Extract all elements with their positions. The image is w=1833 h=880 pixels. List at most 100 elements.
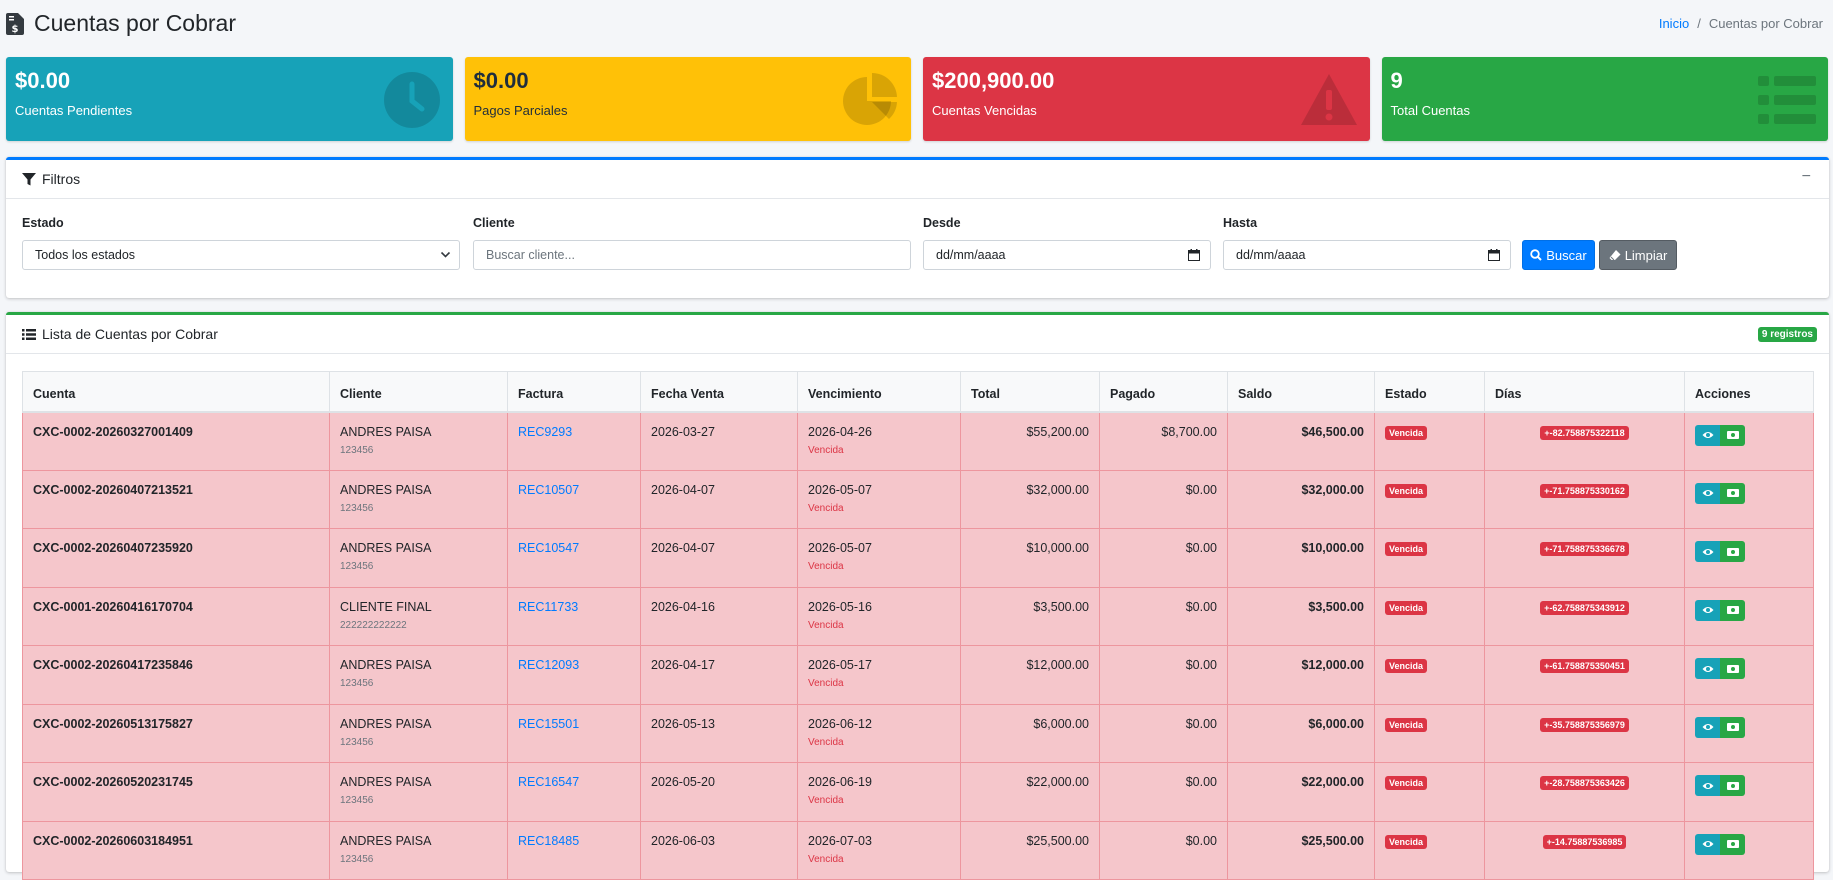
factura-link[interactable]: REC10547 [518,541,579,555]
cell-fecha-venta: 2026-05-20 [640,762,798,822]
factura-link[interactable]: REC11733 [518,600,578,614]
eraser-icon [1609,250,1621,261]
calendar-icon[interactable] [1488,249,1500,261]
column-header[interactable]: Cliente [329,371,508,413]
payment-button[interactable] [1720,482,1745,504]
table-row: CXC-0002-20260407213521 ANDRES PAISA 12345… [22,469,1814,529]
cliente-doc: 222222222222 [340,619,407,631]
accounts-list-card: Lista de Cuentas por Cobrar 9 registros … [6,312,1829,880]
actions-group [1695,658,1803,679]
column-header: Acciones [1684,371,1814,413]
cell-cuenta: CXC-0002-20260417235846 [22,645,330,705]
cell-cuenta: CXC-0002-20260327001409 [22,411,330,471]
cliente-search-input[interactable]: Buscar cliente... [473,240,911,270]
cell-cuenta: CXC-0002-20260407235920 [22,528,330,588]
payment-button[interactable] [1720,833,1745,855]
cell-cuenta: CXC-0002-20260513175827 [22,703,330,763]
cliente-name: ANDRES PAISA [340,833,432,848]
buscar-button[interactable]: Buscar [1522,240,1595,270]
payment-button[interactable] [1720,716,1745,738]
table-row: CXC-0001-20260416170704 CLIENTE FINAL 2222… [22,586,1814,646]
cell-cliente: ANDRES PAISA 123456 [329,762,508,822]
cell-pagado: $8,700.00 [1099,411,1228,471]
cell-pagado: $0.00 [1099,645,1228,705]
column-header[interactable]: Factura [507,371,641,413]
content-header: $ Cuentas por Cobrar Inicio / Cuentas po… [0,0,1833,50]
factura-link[interactable]: REC18485 [518,834,579,848]
stat-cuentas-vencidas: $200,900.00 Cuentas Vencidas [923,57,1370,141]
breadcrumb-separator: / [1697,16,1701,31]
column-header[interactable]: Saldo [1227,371,1375,413]
column-header[interactable]: Pagado [1099,371,1228,413]
table-row: CXC-0002-20260513175827 ANDRES PAISA 12345… [22,703,1814,763]
view-button[interactable] [1695,599,1720,621]
factura-link[interactable]: REC10507 [518,483,579,497]
actions-group [1695,541,1803,562]
factura-link[interactable]: REC16547 [518,775,579,789]
column-header[interactable]: Vencimiento [797,371,961,413]
cell-estado: Vencida [1374,411,1485,471]
cell-saldo: $46,500.00 [1227,411,1375,471]
stat-cuentas-pendientes: $0.00 Cuentas Pendientes [6,57,453,141]
calendar-icon[interactable] [1188,249,1200,261]
estado-select-value: Todos los estados [35,248,136,262]
money-bill-icon [1726,547,1739,556]
svg-text:$: $ [12,24,19,35]
view-button[interactable] [1695,424,1720,446]
cell-cuenta: CXC-0002-20260407213521 [22,469,330,529]
eye-icon [1702,724,1713,730]
warning-icon [1300,74,1357,125]
hasta-date-input[interactable]: dd/mm/aaaa [1223,240,1511,270]
actions-group [1695,482,1803,504]
vencimiento-date: 2026-05-16 [808,599,872,614]
cell-cuenta: CXC-0002-20260603184951 [22,820,330,880]
column-header[interactable]: Fecha Venta [640,371,798,413]
view-button[interactable] [1695,658,1720,679]
payment-button[interactable] [1720,658,1745,679]
column-header[interactable]: Días [1484,371,1685,413]
payment-button[interactable] [1720,599,1745,621]
table-body: CXC-0002-20260327001409 ANDRES PAISA 12345… [22,411,1814,880]
clock-icon [383,72,440,128]
eye-icon [1702,490,1713,496]
factura-link[interactable]: REC9293 [518,425,572,439]
accounts-table-wrapper: Cuenta Cliente Factura Fecha Venta Venci… [22,371,1814,880]
payment-button[interactable] [1720,775,1745,796]
collapse-button[interactable]: − [1802,168,1811,186]
view-button[interactable] [1695,541,1720,562]
stat-label: Cuentas Pendientes [15,102,133,118]
view-button[interactable] [1695,716,1720,738]
cell-saldo: $22,000.00 [1227,762,1375,822]
vencimiento-date: 2026-07-03 [808,833,872,848]
column-header[interactable]: Estado [1374,371,1485,413]
estado-select[interactable]: Todos los estados [22,240,460,270]
cell-pagado: $0.00 [1099,762,1228,822]
days-badge: +-71.758875336678 [1540,542,1629,556]
payment-button[interactable] [1720,424,1745,446]
breadcrumb-home-link[interactable]: Inicio [1659,16,1689,31]
cell-dias: +-35.758875356979 [1484,703,1685,763]
cell-fecha-venta: 2026-03-27 [640,411,798,471]
column-header[interactable]: Cuenta [22,371,330,413]
days-badge: +-28.758875363426 [1540,776,1629,790]
table-row: CXC-0002-20260407235920 ANDRES PAISA 12345… [22,528,1814,588]
list-icon [22,328,36,340]
cell-dias: +-28.758875363426 [1484,762,1685,822]
cell-fecha-venta: 2026-06-03 [640,820,798,880]
view-button[interactable] [1695,775,1720,796]
payment-button[interactable] [1720,541,1745,562]
hasta-placeholder: dd/mm/aaaa [1236,248,1306,262]
view-button[interactable] [1695,833,1720,855]
factura-link[interactable]: REC12093 [518,658,579,672]
cell-dias: +-82.758875322118 [1484,411,1685,471]
desde-date-input[interactable]: dd/mm/aaaa [923,240,1211,270]
column-header[interactable]: Total [960,371,1100,413]
cell-total: $22,000.00 [960,762,1100,822]
limpiar-button[interactable]: Limpiar [1599,240,1677,270]
cell-total: $32,000.00 [960,469,1100,529]
factura-link[interactable]: REC15501 [518,717,579,731]
cell-dias: +-14.75887536985 [1484,820,1685,880]
vencimiento-date: 2026-05-17 [808,658,872,672]
vencimiento-status: Vencida [808,678,844,689]
view-button[interactable] [1695,482,1720,504]
